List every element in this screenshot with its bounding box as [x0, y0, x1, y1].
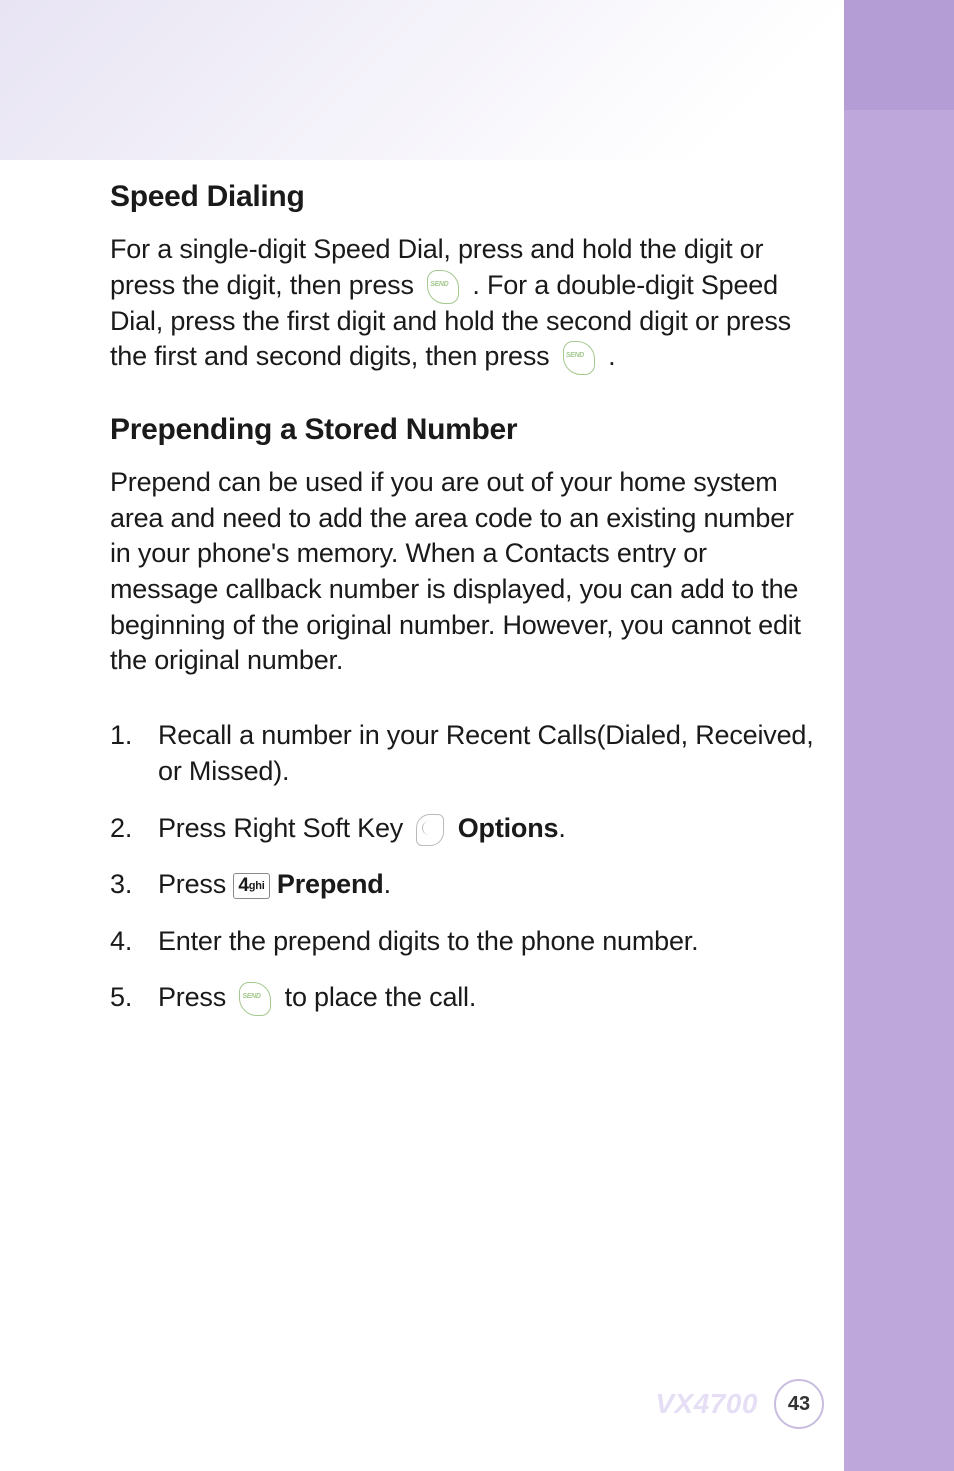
- step-text: Press 4ghi Prepend.: [158, 866, 820, 902]
- list-item: 2. Press Right Soft Key Options.: [110, 810, 820, 846]
- page-footer: VX4700 43: [655, 1379, 824, 1429]
- step-number: 4.: [110, 923, 158, 959]
- text: Press: [158, 982, 233, 1012]
- step-text: Press Right Soft Key Options.: [158, 810, 820, 846]
- bold-label: Options: [458, 813, 559, 843]
- list-item: 4. Enter the prepend digits to the phone…: [110, 923, 820, 959]
- text: Press Right Soft Key: [158, 813, 410, 843]
- step-number: 3.: [110, 866, 158, 902]
- text: to place the call.: [285, 982, 477, 1012]
- send-key-icon: [563, 341, 595, 375]
- send-key-icon: [427, 270, 459, 304]
- key-4-digit: 4: [238, 875, 248, 896]
- list-item: 3. Press 4ghi Prepend.: [110, 866, 820, 902]
- list-item: 5. Press to place the call.: [110, 979, 820, 1016]
- text: .: [608, 341, 615, 371]
- text: Press: [158, 869, 233, 899]
- heading-speed-dialing: Speed Dialing: [110, 180, 820, 214]
- step-text: Press to place the call.: [158, 979, 820, 1016]
- page-number: 43: [788, 1393, 810, 1416]
- model-label: VX4700: [655, 1388, 758, 1420]
- step-number: 1.: [110, 717, 158, 790]
- step-number: 2.: [110, 810, 158, 846]
- step-text: Recall a number in your Recent Calls(Dia…: [158, 717, 820, 790]
- text: .: [558, 813, 565, 843]
- steps-list: 1. Recall a number in your Recent Calls(…: [110, 717, 820, 1016]
- right-color-strip: [844, 0, 954, 1471]
- list-item: 1. Recall a number in your Recent Calls(…: [110, 717, 820, 790]
- page-content: Speed Dialing For a single-digit Speed D…: [110, 180, 820, 1036]
- right-soft-key-icon: [416, 814, 444, 846]
- text: .: [384, 869, 391, 899]
- page-number-circle: 43: [774, 1379, 824, 1429]
- heading-prepending: Prepending a Stored Number: [110, 413, 820, 447]
- step-text: Enter the prepend digits to the phone nu…: [158, 923, 820, 959]
- key-4-letters: ghi: [249, 880, 265, 892]
- send-key-icon: [239, 982, 271, 1016]
- key-4ghi-icon: 4ghi: [233, 873, 269, 899]
- bold-label: Prepend: [277, 869, 384, 899]
- paragraph-prepending: Prepend can be used if you are out of yo…: [110, 465, 820, 679]
- side-tab: [844, 0, 954, 110]
- step-number: 5.: [110, 979, 158, 1016]
- paragraph-speed-dialing: For a single-digit Speed Dial, press and…: [110, 232, 820, 375]
